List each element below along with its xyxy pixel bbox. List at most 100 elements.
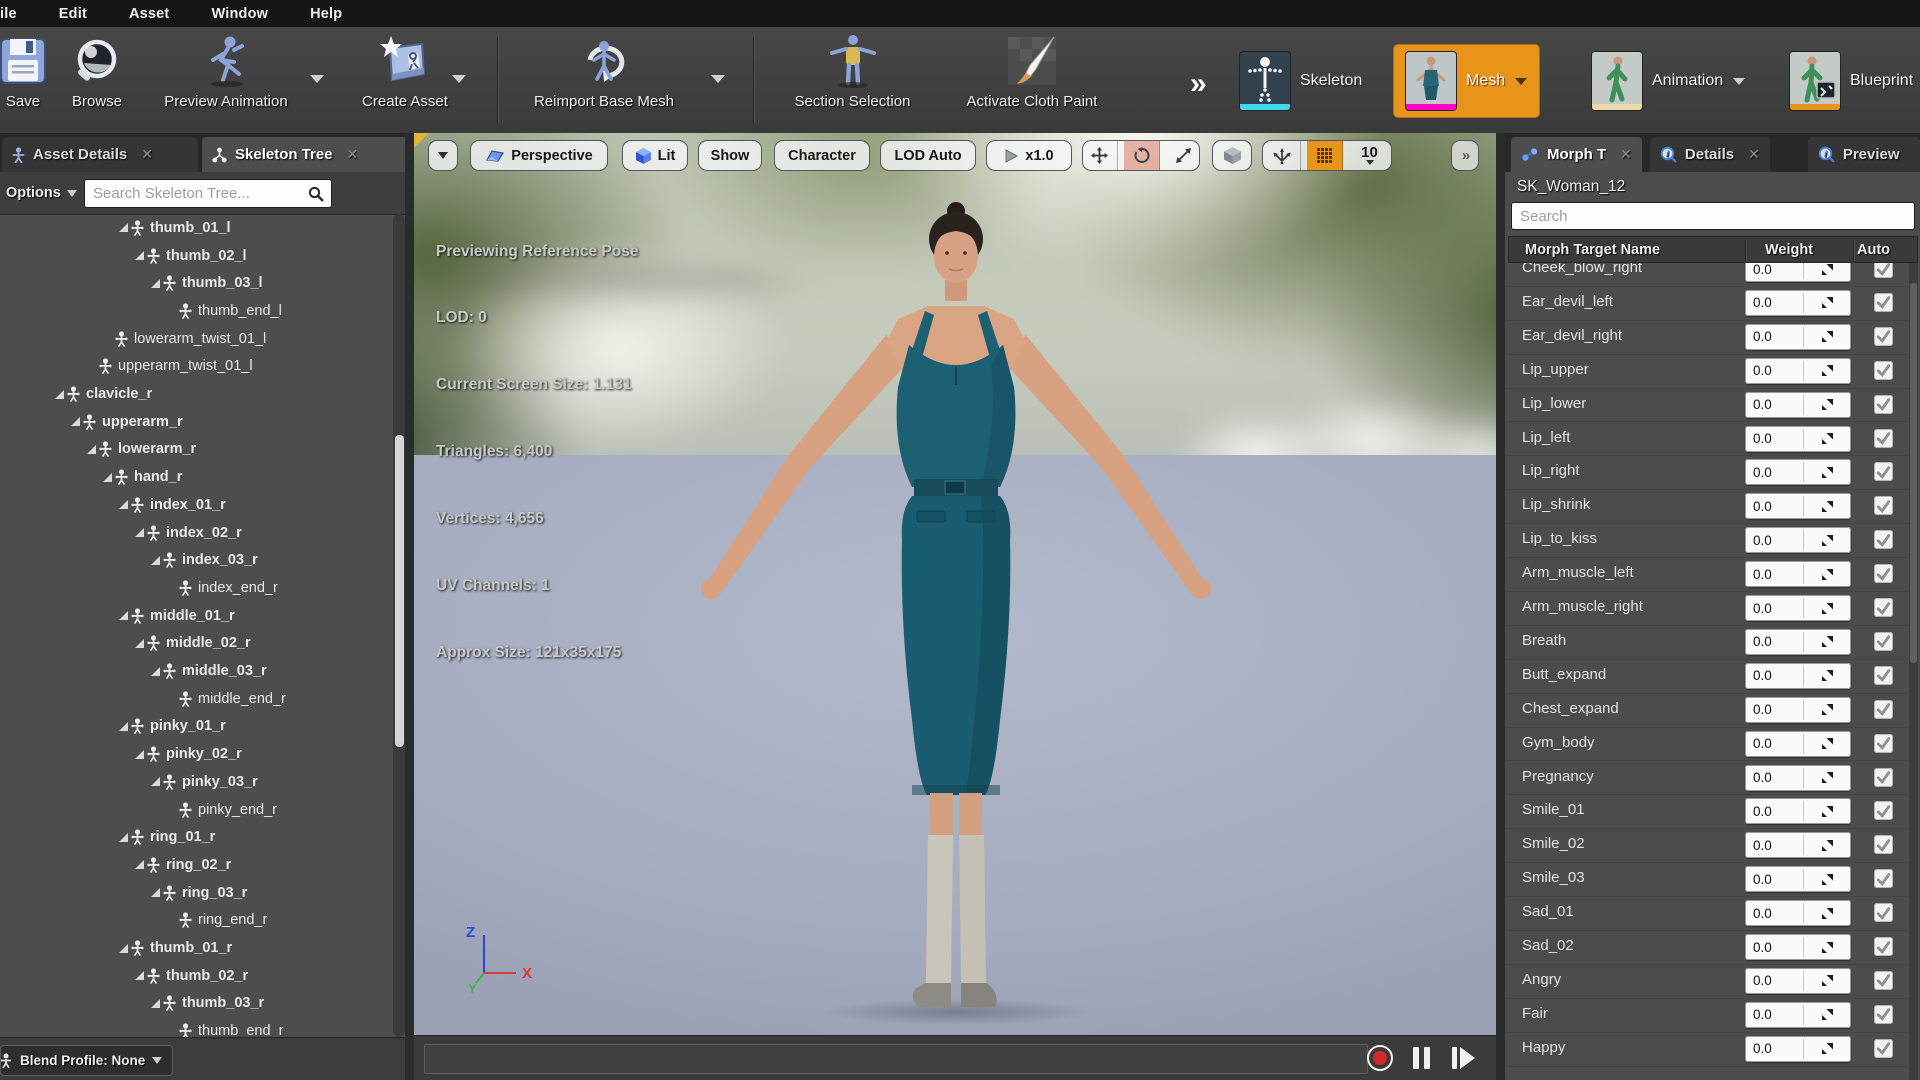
tree-item-thumb_03_r[interactable]: thumb_03_r [0,990,414,1018]
weight-spinbox[interactable]: 0.0 [1745,764,1851,791]
weight-value[interactable]: 0.0 [1745,263,1803,277]
drag-adjust-icon[interactable] [1821,974,1834,987]
auto-checkbox[interactable] [1874,1038,1893,1058]
menu-asset[interactable]: Asset [108,6,191,22]
pause-button[interactable] [1413,1047,1437,1069]
weight-value[interactable]: 0.0 [1745,668,1803,683]
drag-adjust-icon[interactable] [1821,568,1834,581]
weight-value[interactable]: 0.0 [1745,940,1803,955]
weight-drag-handle[interactable] [1804,771,1851,784]
create-asset-dropdown-caret[interactable] [452,75,466,83]
weight-value[interactable]: 0.0 [1745,397,1803,412]
tab-preview[interactable]: i Preview [1807,137,1920,172]
weight-drag-handle[interactable] [1804,534,1851,547]
expand-caret-icon[interactable] [55,389,64,399]
weight-spinbox[interactable]: 0.0 [1745,696,1851,723]
drag-adjust-icon[interactable] [1821,602,1834,615]
weight-value[interactable]: 0.0 [1745,329,1803,344]
skeleton-tree-search[interactable] [84,179,332,208]
drag-adjust-icon[interactable] [1821,364,1834,377]
auto-checkbox[interactable] [1874,428,1893,448]
weight-drag-handle[interactable] [1804,805,1851,818]
drag-adjust-icon[interactable] [1821,703,1834,716]
viewport-toolbar-overflow[interactable]: » [1451,140,1479,171]
show-menu-button[interactable]: Show [698,140,762,171]
perspective-button[interactable]: Perspective [470,140,608,171]
weight-drag-handle[interactable] [1804,941,1851,954]
close-icon[interactable]: ✕ [141,146,153,163]
tree-item-thumb_01_l[interactable]: thumb_01_l [0,214,414,242]
close-icon[interactable]: ✕ [347,146,359,163]
weight-value[interactable]: 0.0 [1745,770,1803,785]
expand-caret-icon[interactable] [151,278,160,288]
tree-item-ring_01_r[interactable]: ring_01_r [0,823,414,851]
expand-caret-icon[interactable] [87,444,96,454]
morph-search-input[interactable] [1512,207,1914,225]
weight-drag-handle[interactable] [1804,296,1851,309]
weight-value[interactable]: 0.0 [1745,533,1803,548]
expand-caret-icon[interactable] [119,832,128,842]
drag-adjust-icon[interactable] [1821,669,1834,682]
reimport-dropdown-caret[interactable] [711,75,725,83]
expand-caret-icon[interactable] [119,223,128,233]
weight-drag-handle[interactable] [1804,1042,1851,1055]
weight-spinbox[interactable]: 0.0 [1745,628,1851,655]
auto-checkbox[interactable] [1874,462,1893,482]
drag-adjust-icon[interactable] [1821,805,1834,818]
preview-animation-button[interactable]: Preview Animation [146,33,306,129]
viewport-options-dropdown[interactable] [428,140,458,171]
drag-adjust-icon[interactable] [1821,534,1834,547]
drag-adjust-icon[interactable] [1821,296,1834,309]
auto-checkbox[interactable] [1874,801,1893,821]
tab-morph-target-previewer[interactable]: Morph T ✕ [1511,137,1642,172]
weight-spinbox[interactable]: 0.0 [1745,1035,1851,1062]
tree-item-lowerarm_twist_01_l[interactable]: lowerarm_twist_01_l [0,325,414,353]
tree-item-pinky_03_r[interactable]: pinky_03_r [0,768,414,796]
drag-adjust-icon[interactable] [1821,330,1834,343]
weight-spinbox[interactable]: 0.0 [1745,493,1851,520]
playback-speed-button[interactable]: x1.0 [986,140,1072,171]
tree-item-middle_end_r[interactable]: middle_end_r [0,685,414,713]
expand-caret-icon[interactable] [119,500,128,510]
auto-checkbox[interactable] [1874,903,1893,923]
tree-item-upperarm_r[interactable]: upperarm_r [0,408,414,436]
tab-details[interactable]: i Details ✕ [1649,137,1770,172]
column-morph-target-name[interactable]: Morph Target Name [1509,242,1765,258]
weight-spinbox[interactable]: 0.0 [1745,662,1851,689]
reimport-base-mesh-button[interactable]: Reimport Base Mesh [518,33,690,129]
expand-caret-icon[interactable] [151,666,160,676]
weight-drag-handle[interactable] [1804,635,1851,648]
expand-caret-icon[interactable] [151,777,160,787]
weight-spinbox[interactable]: 0.0 [1745,832,1851,859]
auto-checkbox[interactable] [1874,598,1893,617]
tree-item-ring_03_r[interactable]: ring_03_r [0,879,414,907]
weight-drag-handle[interactable] [1804,568,1851,581]
weight-spinbox[interactable]: 0.0 [1745,391,1851,418]
browse-button[interactable]: Browse [58,33,136,129]
tree-item-middle_01_r[interactable]: middle_01_r [0,602,414,630]
weight-drag-handle[interactable] [1804,364,1851,377]
menu-edit[interactable]: Edit [38,6,108,22]
mode-animation-button[interactable]: Animation [1592,45,1746,117]
close-icon[interactable]: ✕ [1748,146,1760,163]
auto-checkbox[interactable] [1874,665,1893,685]
drag-adjust-icon[interactable] [1821,500,1834,513]
section-selection-button[interactable]: Section Selection [775,33,930,129]
weight-value[interactable]: 0.0 [1745,702,1803,717]
tree-item-thumb_03_l[interactable]: thumb_03_l [0,269,414,297]
auto-checkbox[interactable] [1874,326,1893,346]
weight-spinbox[interactable]: 0.0 [1745,357,1851,384]
translate-tool-button[interactable] [1083,141,1118,170]
menu-window[interactable]: Window [190,6,289,22]
weight-spinbox[interactable]: 0.0 [1745,866,1851,893]
weight-drag-handle[interactable] [1804,263,1851,276]
expand-caret-icon[interactable] [135,749,144,759]
expand-caret-icon[interactable] [151,555,160,565]
preview-animation-dropdown-caret[interactable] [310,75,324,83]
tree-item-middle_03_r[interactable]: middle_03_r [0,657,414,685]
weight-spinbox[interactable]: 0.0 [1745,263,1851,282]
weight-drag-handle[interactable] [1804,398,1851,411]
weight-drag-handle[interactable] [1804,602,1851,615]
weight-value[interactable]: 0.0 [1745,634,1803,649]
weight-drag-handle[interactable] [1804,737,1851,750]
